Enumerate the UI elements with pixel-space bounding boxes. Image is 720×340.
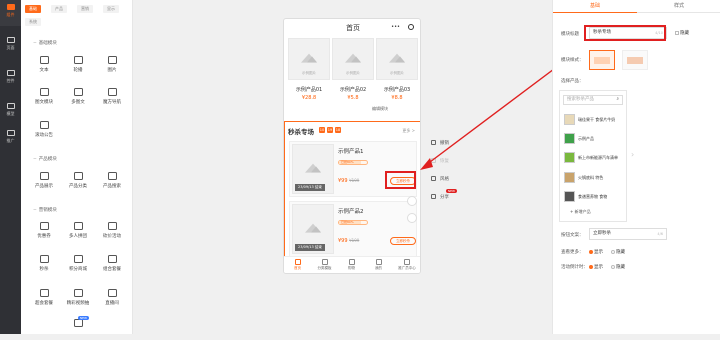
countdown-radio-hide[interactable]: 隐藏 <box>611 264 625 270</box>
module-style-label: 模块样式： <box>561 58 584 63</box>
product-thumb <box>564 172 575 183</box>
product-list-item[interactable]: 火锅底料 特色 <box>564 171 624 185</box>
product-thumb <box>564 114 575 125</box>
button-text-label: 按钮文案： <box>561 233 584 238</box>
show-more-radio-hide[interactable]: 隐藏 <box>611 249 625 255</box>
settings-panel: 基础 样式 模块标题 秒杀专场 4/10 隐藏 模块样式： 选择产品： 搜索秒杀产… <box>552 0 720 334</box>
tab-settings-basic[interactable]: 基础 <box>553 0 637 13</box>
show-more-radio-show[interactable]: 显示 <box>589 249 603 255</box>
show-more-label: 查看更多： <box>561 250 584 255</box>
product-list-item[interactable]: 食谱营养物 食物 <box>564 190 624 204</box>
tab-settings-style[interactable]: 样式 <box>637 0 720 13</box>
highlight-box-title <box>584 25 666 41</box>
product-thumb <box>564 191 575 202</box>
style-option-2[interactable] <box>622 50 648 70</box>
button-text-input[interactable]: 立即秒杀 4/6 <box>589 228 667 240</box>
countdown-radio-show[interactable]: 显示 <box>589 264 603 270</box>
product-list-item[interactable]: 瑞佳果干 食保片牛奶 <box>564 113 624 127</box>
product-picker: 搜索秒杀产品 ⌕ 瑞佳果干 食保片牛奶 示例产品 新上市新能源汽车清单 火锅底料 … <box>559 90 627 222</box>
countdown-label: 活动倒计时： <box>561 265 588 270</box>
style-option-1[interactable] <box>589 50 615 70</box>
product-list-item[interactable]: 新上市新能源汽车清单 <box>564 151 624 165</box>
product-thumb <box>564 152 575 163</box>
select-products-label: 选择产品： <box>561 79 584 84</box>
module-title-label: 模块标题 <box>561 32 579 37</box>
search-icon: ⌕ <box>616 97 619 102</box>
add-product-button[interactable]: + 新增产品 <box>570 209 591 215</box>
chevron-right-icon[interactable]: › <box>631 150 634 159</box>
product-search-input[interactable]: 搜索秒杀产品 ⌕ <box>563 95 623 105</box>
product-thumb <box>564 133 575 144</box>
product-list-item[interactable]: 示例产品 <box>564 132 624 146</box>
hide-title-checkbox[interactable]: 隐藏 <box>675 30 689 36</box>
